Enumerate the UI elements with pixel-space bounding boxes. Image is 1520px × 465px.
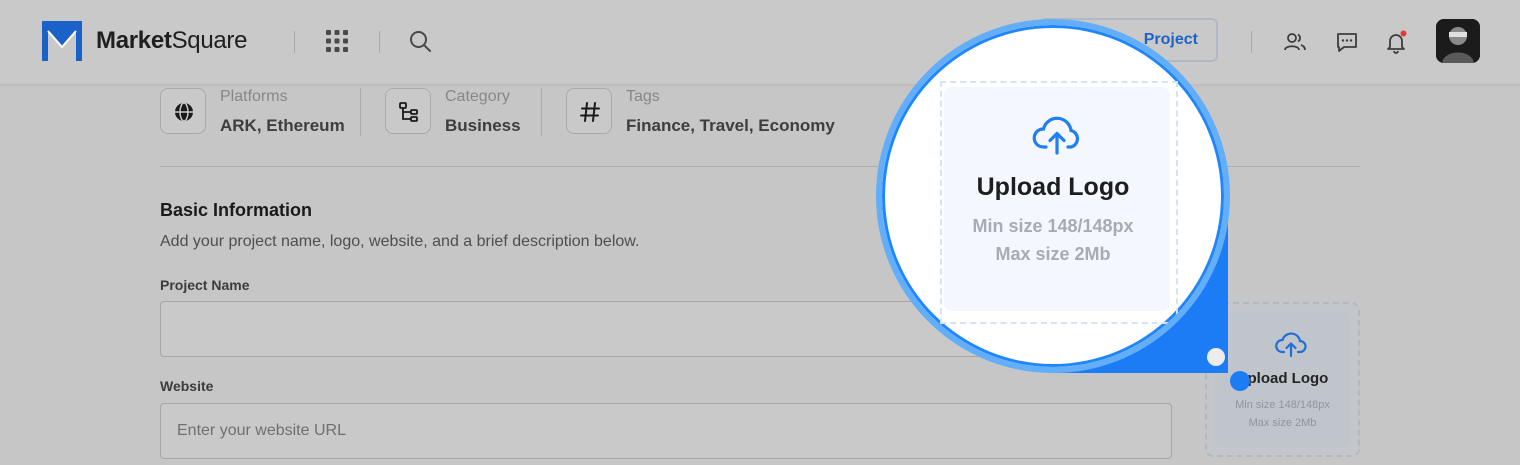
hierarchy-icon — [399, 102, 418, 122]
brand-bold: Market — [96, 27, 172, 54]
header-divider — [294, 31, 295, 53]
upload-logo-dropzone[interactable]: Upload Logo Min size 148/148px Max size … — [1205, 302, 1360, 457]
upload-max-size: Max size 2Mb — [1248, 417, 1317, 429]
website-label: Website — [160, 378, 214, 394]
info-label: Tags — [626, 88, 660, 105]
zoom-upload-max: Max size 2Mb — [995, 244, 1111, 264]
search-icon[interactable] — [408, 29, 432, 53]
info-icon-box — [566, 88, 612, 134]
cloud-upload-icon — [1032, 116, 1080, 155]
marketsquare-logo-icon[interactable] — [40, 19, 84, 63]
info-value: Business — [445, 116, 521, 135]
header-divider — [379, 31, 380, 53]
pointer-dot-grey — [1207, 348, 1225, 366]
globe-icon — [175, 102, 193, 122]
chat-icon[interactable] — [1335, 30, 1359, 54]
header-divider — [1251, 31, 1252, 53]
info-label: Category — [445, 88, 510, 105]
user-avatar[interactable] — [1436, 19, 1480, 63]
apps-grid-icon[interactable] — [326, 30, 348, 52]
section-description: Add your project name, logo, website, an… — [160, 233, 640, 250]
zoom-upload-title: Upload Logo — [976, 173, 1130, 201]
pointer-dot-blue — [1230, 371, 1250, 391]
zoom-upload-min: Min size 148/148px — [972, 216, 1134, 236]
upload-min-size: Min size 148/148px — [1235, 399, 1330, 411]
info-divider — [541, 88, 542, 136]
info-value: ARK, Ethereum — [220, 116, 345, 135]
info-value: Finance, Travel, Economy — [626, 116, 835, 135]
hashtag-icon — [580, 102, 600, 122]
website-input[interactable] — [160, 403, 1172, 459]
bell-icon[interactable] — [1384, 30, 1408, 54]
section-title: Basic Information — [160, 200, 313, 220]
brand-name: MarketSquare — [96, 27, 247, 55]
info-divider — [360, 88, 361, 136]
info-icon-box — [160, 88, 206, 134]
info-label: Platforms — [220, 88, 288, 105]
info-icon-box — [385, 88, 431, 134]
users-icon[interactable] — [1283, 30, 1307, 54]
cloud-upload-icon — [1275, 332, 1307, 358]
top-header: MarketSquare Project — [0, 0, 1520, 84]
project-name-label: Project Name — [160, 277, 250, 293]
magnifier-zoom: Upload Logo Min size 148/148px Max size … — [876, 19, 1230, 373]
brand-light: Square — [171, 27, 248, 54]
